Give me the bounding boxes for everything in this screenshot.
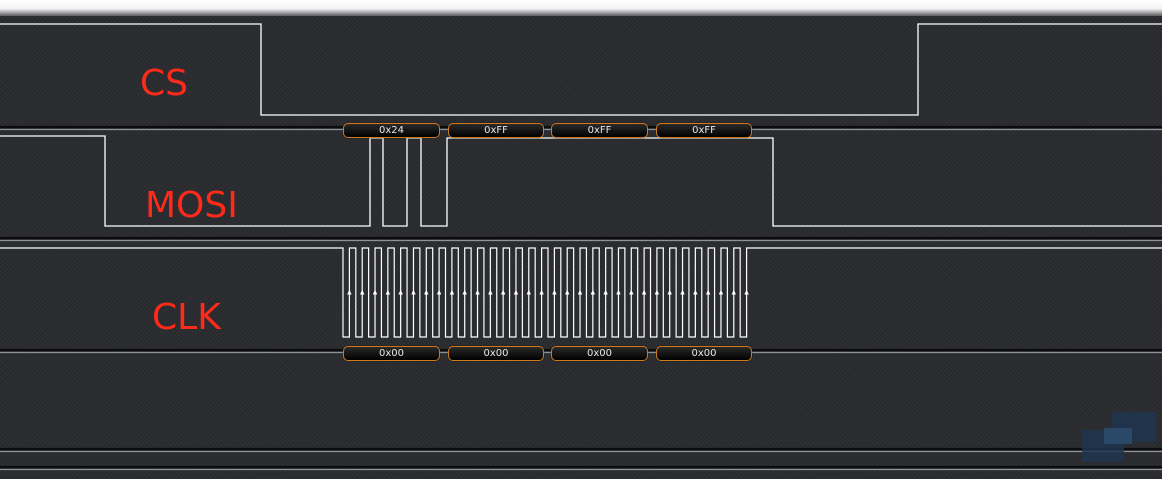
mosi-byte-badge[interactable]: 0x24: [343, 123, 440, 138]
arrow-up-icon: [667, 289, 672, 295]
cs-channel-label: CS: [140, 63, 188, 104]
arrow-up-icon: [718, 289, 724, 295]
logo-mark-icon: [1082, 412, 1156, 462]
arrow-up-icon: [526, 289, 531, 295]
arrow-up-icon: [385, 289, 391, 295]
top-toolbar-edge: [0, 0, 1162, 16]
mosi-channel-label: MOSI: [145, 185, 238, 226]
arrow-up-icon: [641, 289, 647, 295]
mosi-byte-badge[interactable]: 0xFF: [551, 123, 648, 138]
arrow-up-icon: [731, 289, 736, 295]
arrow-up-icon: [654, 289, 660, 295]
arrow-up-icon: [680, 289, 685, 295]
arrow-up-icon: [744, 289, 749, 295]
arrow-up-icon: [705, 289, 711, 295]
mosi-byte-badge[interactable]: 0xFF: [656, 123, 752, 138]
arrow-up-icon: [360, 289, 365, 295]
arrow-up-icon: [372, 289, 378, 295]
arrow-up-icon: [398, 289, 403, 295]
miso-byte-badge[interactable]: 0x00: [551, 346, 648, 361]
mosi-byte-badge[interactable]: 0xFF: [448, 123, 544, 138]
arrow-up-icon: [449, 289, 455, 295]
arrow-up-icon: [513, 289, 519, 295]
arrow-up-icon: [552, 289, 557, 295]
arrow-up-icon: [629, 289, 634, 295]
arrow-up-icon: [616, 289, 621, 295]
arrow-up-icon: [539, 289, 544, 295]
arrow-up-icon: [411, 289, 416, 295]
miso-byte-badge[interactable]: 0x00: [656, 346, 752, 361]
arrow-up-icon: [577, 289, 583, 295]
arrow-up-icon: [436, 289, 442, 295]
arrow-up-icon: [693, 289, 698, 295]
arrow-up-icon: [488, 289, 493, 295]
arrow-up-icon: [603, 289, 608, 295]
miso-byte-badge[interactable]: 0x00: [448, 346, 544, 361]
arrow-up-icon: [462, 289, 467, 295]
miso-byte-badge[interactable]: 0x00: [343, 346, 440, 361]
waveform-viewer[interactable]: CS MOSI CLK 0x24 0xFF 0xFF 0xFF 0x00 0x0…: [0, 16, 1162, 479]
arrow-up-icon: [424, 289, 429, 295]
arrow-up-icon: [565, 289, 570, 295]
clk-channel-label: CLK: [152, 297, 221, 338]
arrow-up-icon: [347, 289, 352, 295]
arrow-up-icon: [500, 289, 506, 295]
arrow-up-icon: [590, 289, 596, 295]
arrow-up-icon: [475, 289, 480, 295]
